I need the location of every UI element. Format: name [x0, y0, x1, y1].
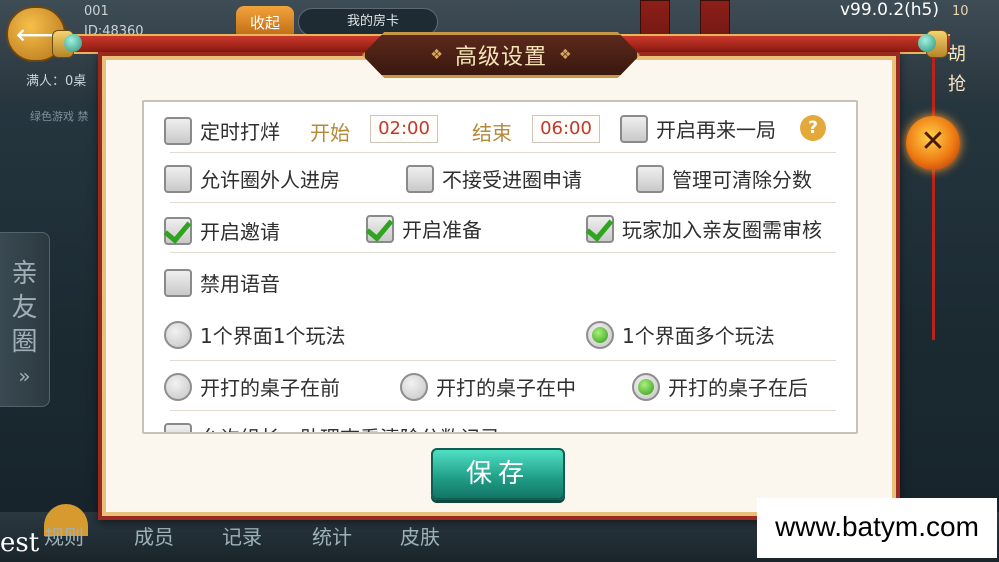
side-right-hu: 胡 — [948, 44, 966, 65]
end-time-field[interactable]: 06:00 — [532, 115, 600, 143]
option-label: 1个界面1个玩法 — [200, 324, 346, 348]
save-button[interactable]: 保存 — [431, 448, 565, 500]
help-icon[interactable]: ? — [800, 115, 826, 141]
reject-requests-option[interactable]: 不接受进圈申请 — [406, 164, 582, 193]
tab-records[interactable]: 记录 — [222, 521, 262, 550]
single-play-mode-radio[interactable] — [164, 320, 192, 349]
ornament-icon: ❖ — [559, 47, 572, 63]
option-label: 开打的桌子在后 — [668, 376, 808, 400]
allow-outsiders-option[interactable]: 允许圈外人进房 — [164, 164, 340, 193]
multi-play-mode-radio[interactable] — [586, 320, 614, 349]
option-label: 允许圈外人进房 — [200, 168, 340, 192]
admin-clear-score-option[interactable]: 管理可清除分数 — [636, 164, 812, 193]
row-divider — [170, 410, 836, 411]
disable-voice-checkbox[interactable] — [164, 268, 192, 297]
room-card-pill[interactable]: 我的房卡 — [298, 8, 438, 36]
option-label: 开启准备 — [402, 218, 482, 242]
another-round-checkbox[interactable] — [620, 114, 648, 143]
leader-view-records-option[interactable]: 允许组长、助理查看清除分数记录 — [164, 422, 500, 432]
rod-gem-right — [918, 34, 936, 52]
watermark: www.batym.com — [757, 498, 997, 558]
enable-ready-checkbox[interactable] — [366, 214, 394, 243]
side-right-count: 10 — [952, 4, 969, 19]
close-icon[interactable]: ✕ — [906, 116, 960, 170]
table-front-option[interactable]: 开打的桌子在前 — [164, 372, 340, 401]
green-game-text: 绿色游戏 禁 — [30, 110, 89, 123]
side-tab-char: 亲 — [11, 259, 38, 289]
settings-list[interactable]: 定时打烊 开始 02:00 结束 06:00 开启再来一局 ? 允许圈外人进房 … — [142, 100, 858, 434]
bottom-left-text: est — [0, 528, 40, 558]
row-divider — [170, 202, 836, 203]
tab-stats[interactable]: 统计 — [312, 521, 352, 550]
room-status-text: 满人：0桌 — [26, 74, 87, 89]
option-label: 禁用语音 — [200, 272, 280, 296]
multi-play-mode-option[interactable]: 1个界面多个玩法 — [586, 320, 775, 349]
rod-gem-left — [64, 34, 82, 52]
leader-view-records-checkbox[interactable] — [164, 422, 192, 432]
start-label: 开始 — [310, 121, 350, 145]
chevron-right-icon: » — [18, 364, 31, 388]
side-right-qiang: 抢 — [948, 74, 966, 95]
table-front-radio[interactable] — [164, 372, 192, 401]
row-divider — [170, 252, 836, 253]
table-back-option[interactable]: 开打的桌子在后 — [632, 372, 808, 401]
option-label: 开打的桌子在前 — [200, 376, 340, 400]
dialog-title-plaque: ❖ 高级设置 ❖ — [362, 32, 640, 78]
another-round-option[interactable]: 开启再来一局 — [620, 114, 776, 143]
start-time-field[interactable]: 02:00 — [370, 115, 438, 143]
version-label: v99.0.2(h5) — [840, 0, 939, 20]
lantern-string — [932, 50, 935, 340]
join-review-option[interactable]: 玩家加入亲友圈需审核 — [586, 214, 822, 243]
enable-invite-option[interactable]: 开启邀请 — [164, 216, 280, 245]
room-number: 001 — [84, 4, 109, 19]
side-tab-char: 圈 — [11, 327, 38, 357]
friends-circle-tab[interactable]: 亲 友 圈 » — [0, 232, 50, 407]
join-review-checkbox[interactable] — [586, 214, 614, 243]
single-play-mode-option[interactable]: 1个界面1个玩法 — [164, 320, 345, 349]
option-label: 不接受进圈申请 — [442, 168, 582, 192]
dialog-title: 高级设置 — [454, 45, 547, 70]
table-middle-option[interactable]: 开打的桌子在中 — [400, 372, 576, 401]
option-label: 开打的桌子在中 — [436, 376, 576, 400]
option-label: 开启邀请 — [200, 220, 280, 244]
option-label: 管理可清除分数 — [672, 168, 812, 192]
admin-clear-score-checkbox[interactable] — [636, 164, 664, 193]
enable-invite-checkbox[interactable] — [164, 216, 192, 245]
timed-close-option[interactable]: 定时打烊 — [164, 116, 280, 145]
end-label: 结束 — [472, 121, 512, 145]
table-middle-radio[interactable] — [400, 372, 428, 401]
tab-skins[interactable]: 皮肤 — [400, 521, 440, 550]
tab-members[interactable]: 成员 — [134, 521, 174, 550]
table-back-radio[interactable] — [632, 372, 660, 401]
option-label: 玩家加入亲友圈需审核 — [622, 218, 822, 242]
option-label: 允许组长、助理查看清除分数记录 — [200, 422, 500, 432]
timed-close-checkbox[interactable] — [164, 116, 192, 145]
option-label: 1个界面多个玩法 — [622, 324, 775, 348]
row-divider — [170, 152, 836, 153]
enable-ready-option[interactable]: 开启准备 — [366, 214, 482, 243]
reject-requests-checkbox[interactable] — [406, 164, 434, 193]
option-label: 定时打烊 — [200, 120, 280, 144]
allow-outsiders-checkbox[interactable] — [164, 164, 192, 193]
side-tab-char: 友 — [11, 293, 38, 323]
ornament-icon: ❖ — [430, 47, 443, 63]
tab-rules[interactable]: 规则 — [44, 521, 84, 550]
option-label: 开启再来一局 — [656, 118, 776, 142]
disable-voice-option[interactable]: 禁用语音 — [164, 268, 280, 297]
row-divider — [170, 360, 836, 361]
